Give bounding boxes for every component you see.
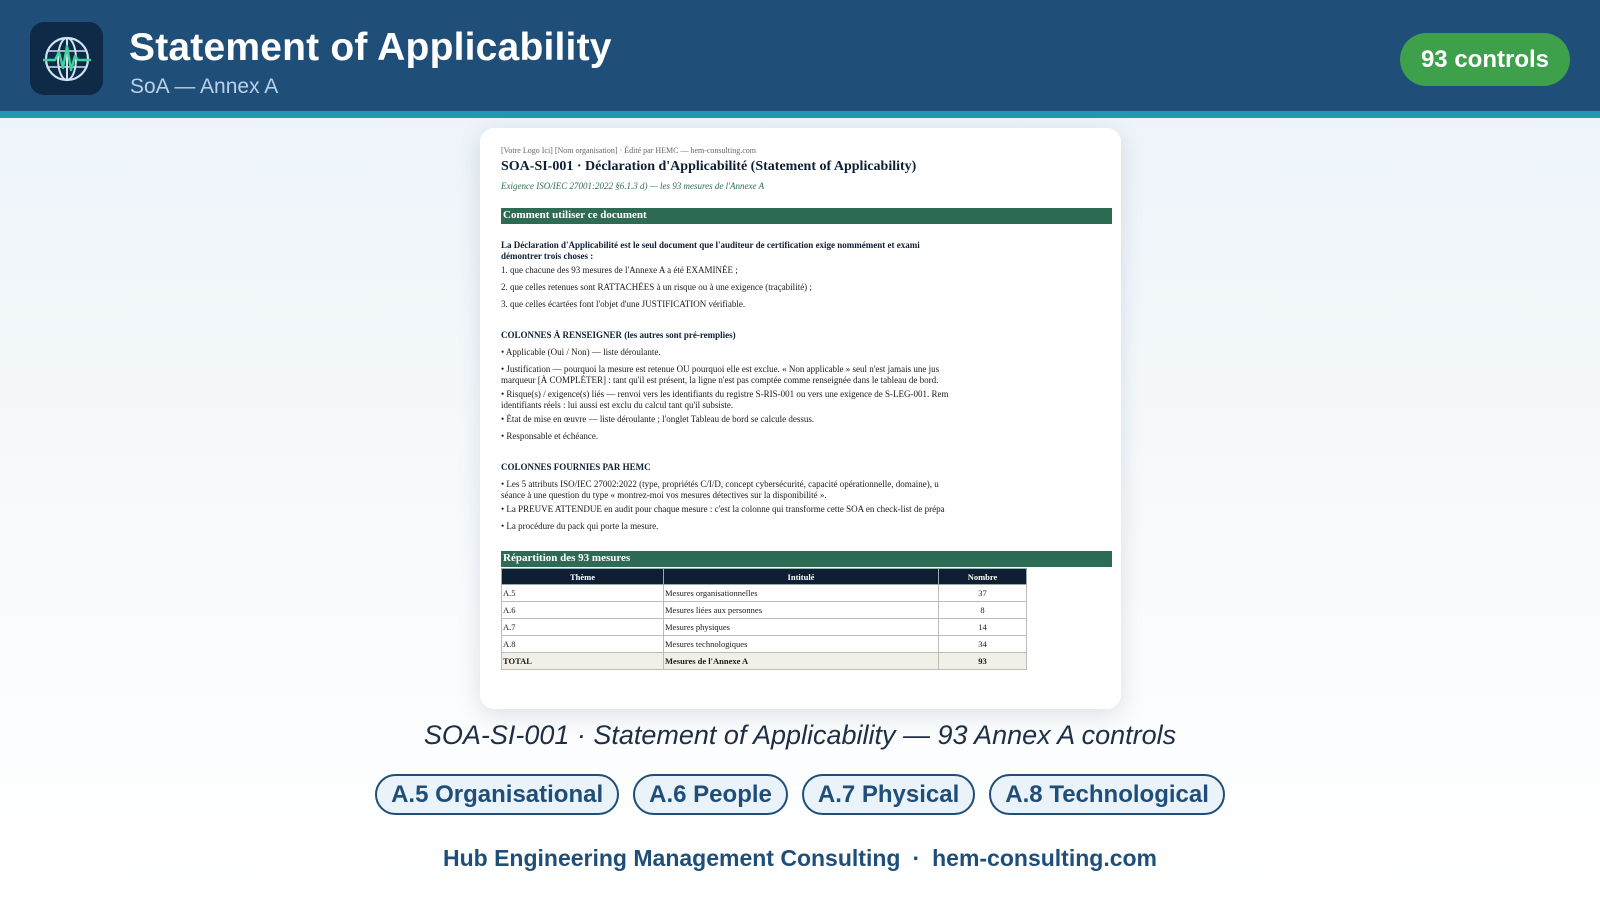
doc-body: La Déclaration d'Applicabilité est le se…: [501, 224, 1027, 532]
doc-bullet: • Responsable et échéance.: [501, 431, 599, 441]
footer-company: Hub Engineering Management Consulting: [442, 845, 901, 871]
table-row: A.7 Mesures physiques 14: [501, 618, 1027, 636]
table-header-theme: Thème: [501, 568, 664, 585]
preview-caption: SOA-SI-001 · Statement of Applicability …: [423, 720, 1177, 750]
doc-subheading: COLONNES À RENSEIGNER (les autres sont p…: [501, 330, 736, 340]
cell-title: Mesures physiques: [663, 618, 939, 636]
doc-point: 2. que celles retenues sont RATTACHÉES à…: [501, 282, 812, 292]
globe-heartbeat-icon: [30, 22, 103, 95]
cell-count: 93: [938, 652, 1027, 670]
cell-theme: A.8: [501, 635, 664, 653]
tag-organisational: A.5 Organisational: [375, 774, 620, 815]
table-row: A.8 Mesures technologiques 34: [501, 635, 1027, 653]
cell-theme: TOTAL: [501, 652, 664, 670]
cell-title: Mesures organisationnelles: [663, 584, 939, 602]
doc-bullet: • La PREUVE ATTENDUE en audit pour chaqu…: [501, 504, 945, 514]
table-header-title: Intitulé: [663, 568, 939, 585]
doc-point: 1. que chacune des 93 mesures de l'Annex…: [501, 265, 738, 275]
cell-title: Mesures liées aux personnes: [663, 601, 939, 619]
doc-section-distribution: Répartition des 93 mesures: [501, 551, 1112, 567]
doc-subheading: COLONNES FOURNIES PAR HEMC: [501, 462, 651, 472]
distribution-table: Thème Intitulé Nombre A.5 Mesures organi…: [501, 568, 1027, 670]
app-header: Statement of Applicability SoA — Annex A…: [0, 0, 1600, 118]
table-row: A.5 Mesures organisationnelles 37: [501, 584, 1027, 602]
document-preview: [Votre Logo Ici] [Nom organisation] · Éd…: [480, 128, 1121, 709]
page-title: Statement of Applicability: [129, 26, 612, 69]
doc-meta: [Votre Logo Ici] [Nom organisation] · Éd…: [501, 146, 756, 155]
table-total-row: TOTAL Mesures de l'Annexe A 93: [501, 652, 1027, 670]
table-header-count: Nombre: [938, 568, 1027, 585]
controls-count-badge: 93 controls: [1399, 33, 1570, 86]
page-subtitle: SoA — Annex A: [130, 75, 279, 98]
doc-bullet: • Justification — pourquoi la mesure est…: [501, 364, 940, 374]
table-header-row: Thème Intitulé Nombre: [501, 568, 1027, 585]
cell-title: Mesures de l'Annexe A: [663, 652, 939, 670]
table-row: A.6 Mesures liées aux personnes 8: [501, 601, 1027, 619]
cell-count: 37: [938, 584, 1027, 602]
cell-theme: A.5: [501, 584, 664, 602]
cell-count: 34: [938, 635, 1027, 653]
doc-bullet: • La procédure du pack qui porte la mesu…: [501, 521, 659, 531]
tag-physical: A.7 Physical: [801, 774, 976, 815]
cell-count: 8: [938, 601, 1027, 619]
doc-bullet: • Applicable (Oui / Non) — liste déroula…: [501, 347, 661, 357]
cell-theme: A.7: [501, 618, 664, 636]
tag-people: A.6 People: [633, 774, 788, 815]
doc-bullet: marqueur [À COMPLÉTER] : tant qu'il est …: [501, 375, 939, 385]
footer: Hub Engineering Management Consulting · he…: [0, 845, 1600, 872]
cell-title: Mesures technologiques: [663, 635, 939, 653]
doc-bullet: identifiants réels : lui aussi est exclu…: [501, 400, 734, 410]
tag-technological: A.8 Technological: [989, 774, 1225, 815]
doc-bullet: • Risque(s) / exigence(s) liés — renvoi …: [501, 389, 949, 399]
doc-intro-line: La Déclaration d'Applicabilité est le se…: [501, 240, 920, 250]
doc-intro-line: démontrer trois choses :: [501, 251, 594, 261]
doc-point: 3. que celles écartées font l'objet d'un…: [501, 299, 746, 309]
doc-bullet: • État de mise en œuvre — liste déroulan…: [501, 414, 815, 424]
doc-bullet: séance à une question du type « montrez-…: [501, 490, 827, 500]
theme-tags: A.5 Organisational A.6 People A.7 Physic…: [0, 774, 1600, 815]
footer-website[interactable]: hem-consulting.com: [932, 845, 1157, 871]
doc-section-howto: Comment utiliser ce document: [501, 208, 1112, 224]
cell-count: 14: [938, 618, 1027, 636]
cell-theme: A.6: [501, 601, 664, 619]
doc-title: SOA-SI-001 · Déclaration d'Applicabilité…: [501, 159, 917, 174]
doc-requirement: Exigence ISO/IEC 27001:2022 §6.1.3 d) — …: [501, 181, 765, 191]
footer-separator: ·: [912, 845, 921, 871]
doc-bullet: • Les 5 attributs ISO/IEC 27002:2022 (ty…: [501, 479, 939, 489]
